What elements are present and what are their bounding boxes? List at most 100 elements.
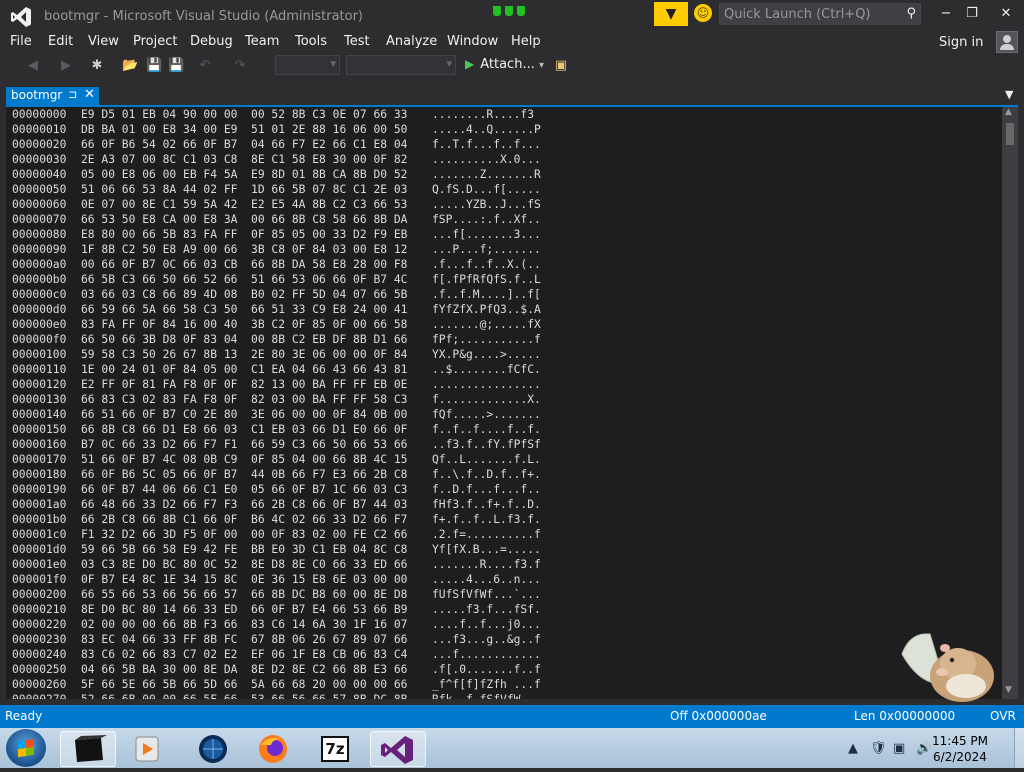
hex-bytes[interactable]: B7 0C 66 33 D2 66 F7 F1 66 59 C3 66 50 6… [81, 437, 407, 452]
hex-bytes[interactable]: 66 0F B6 54 02 66 0F B7 04 66 F7 E2 66 C… [81, 137, 407, 152]
start-button[interactable] [6, 729, 46, 767]
hex-offset[interactable]: 00000150 [12, 422, 66, 437]
close-button[interactable]: ✕ [996, 6, 1016, 22]
scrollbar-thumb[interactable] [1006, 123, 1014, 145]
hex-bytes[interactable]: 66 50 66 3B D8 0F 83 04 00 8B C2 EB DF 8… [81, 332, 407, 347]
menu-edit[interactable]: Edit [48, 34, 73, 49]
tab-bootmgr[interactable]: bootmgr ⊐ ✕ [6, 87, 99, 105]
hex-ascii[interactable]: fHf3.f..f+.f..D. [432, 497, 541, 512]
menu-team[interactable]: Team [245, 34, 279, 49]
scroll-down-icon[interactable]: ▼ [1005, 685, 1012, 695]
menu-debug[interactable]: Debug [190, 34, 233, 49]
hex-offset[interactable]: 000001d0 [12, 542, 66, 557]
system-clock[interactable]: 11:45 PM 6/2/2024 [932, 733, 988, 765]
volume-icon[interactable]: 🔊 [916, 741, 932, 756]
hex-offset[interactable]: 00000070 [12, 212, 66, 227]
hex-offset[interactable]: 00000050 [12, 182, 66, 197]
hex-bytes[interactable]: 51 66 0F B7 4C 08 0B C9 0F 85 04 00 66 8… [81, 452, 407, 467]
hex-ascii[interactable]: f+.f..f..L.f3.f. [432, 512, 541, 527]
hex-bytes[interactable]: 00 66 0F B7 0C 66 03 CB 66 8B DA 58 E8 2… [81, 257, 407, 272]
hex-ascii[interactable]: .....4...6..n... [432, 572, 541, 587]
forward-icon[interactable]: ▶ [58, 58, 74, 74]
hex-ascii[interactable]: ..$........fCfC. [432, 362, 541, 377]
hex-ascii[interactable]: ................ [432, 377, 541, 392]
hex-bytes[interactable]: 66 51 66 0F B7 C0 2E 80 3E 06 00 00 0F 8… [81, 407, 407, 422]
taskbar-7zip[interactable]: 7z [308, 731, 364, 767]
taskbar-firefox[interactable] [245, 731, 301, 767]
hex-offset[interactable]: 00000250 [12, 662, 66, 677]
hex-bytes[interactable]: 66 8B C8 66 D1 E8 66 03 C1 EB 03 66 D1 E… [81, 422, 407, 437]
hex-bytes[interactable]: 0F B7 E4 8C 1E 34 15 8C 0E 36 15 E8 6E 0… [81, 572, 407, 587]
hex-bytes[interactable]: 04 66 5B BA 30 00 8E DA 8E D2 8E C2 66 8… [81, 662, 407, 677]
hex-offset[interactable]: 000000b0 [12, 272, 66, 287]
hex-bytes[interactable]: F1 32 D2 66 3D F5 0F 00 00 0F 83 02 00 F… [81, 527, 407, 542]
hex-ascii[interactable]: .f...f..f..X.(.. [432, 257, 541, 272]
menu-test[interactable]: Test [344, 34, 370, 49]
back-icon[interactable]: ◀ [25, 58, 41, 74]
hex-offset[interactable]: 000000d0 [12, 302, 66, 317]
hex-ascii[interactable]: YX.P&g....>..... [432, 347, 541, 362]
hex-bytes[interactable]: 1F 8B C2 50 E8 A9 00 66 3B C8 0F 84 03 0… [81, 242, 407, 257]
hex-ascii[interactable]: Rfk..f_fSfVfW... [432, 692, 541, 699]
hex-ascii[interactable]: f.............X. [432, 392, 541, 407]
hex-offset[interactable]: 00000260 [12, 677, 66, 692]
hex-bytes[interactable]: 66 83 C3 02 83 FA F8 0F 82 03 00 BA FF F… [81, 392, 407, 407]
hex-editor[interactable]: 00000000 E9 D5 01 EB 04 90 00 00 00 52 8B… [6, 107, 1002, 699]
solution-config-dropdown[interactable] [275, 55, 340, 75]
hex-ascii[interactable]: fPf;...........f [432, 332, 541, 347]
hex-offset[interactable]: 000000f0 [12, 332, 66, 347]
hex-bytes[interactable]: 66 48 66 33 D2 66 F7 F3 66 2B C8 66 0F B… [81, 497, 407, 512]
menu-help[interactable]: Help [511, 34, 541, 49]
hex-ascii[interactable]: .f[.0.......f..f [432, 662, 541, 677]
hex-bytes[interactable]: E2 FF 0F 81 FA F8 0F 0F 82 13 00 BA FF F… [81, 377, 407, 392]
hex-offset[interactable]: 00000200 [12, 587, 66, 602]
new-project-icon[interactable]: ✱ [89, 58, 105, 74]
sign-in-link[interactable]: Sign in [939, 35, 983, 50]
hex-ascii[interactable]: .2.f=..........f [432, 527, 541, 542]
hex-ascii[interactable]: ........R....f3 [432, 107, 534, 122]
tab-list-dropdown-icon[interactable]: ▼ [1005, 88, 1013, 101]
hex-offset[interactable]: 000000a0 [12, 257, 66, 272]
hex-bytes[interactable]: 59 66 5B 66 58 E9 42 FE BB E0 3D C1 EB 0… [81, 542, 407, 557]
hex-bytes[interactable]: 66 5B C3 66 50 66 52 66 51 66 53 06 66 0… [81, 272, 407, 287]
pin-icon[interactable]: ⊐ [68, 88, 77, 101]
hex-ascii[interactable]: fSP....:.f..Xf.. [432, 212, 541, 227]
menu-window[interactable]: Window [447, 34, 498, 49]
hex-ascii[interactable]: Qf..L.......f.L. [432, 452, 541, 467]
hex-ascii[interactable]: _f^f[f]fZfh ...f [432, 677, 541, 692]
hex-bytes[interactable]: 0E 07 00 8E C1 59 5A 42 E2 E5 4A 8B C2 C… [81, 197, 407, 212]
hex-ascii[interactable]: .f..f.M....]..f[ [432, 287, 541, 302]
hex-bytes[interactable]: 03 66 03 C8 66 89 4D 08 B0 02 FF 5D 04 0… [81, 287, 407, 302]
hex-ascii[interactable]: f[.fPfRfQfS.f..L [432, 272, 541, 287]
filter-icon[interactable]: ▼ [654, 2, 688, 26]
tab-close-icon[interactable]: ✕ [84, 87, 95, 102]
hex-offset[interactable]: 00000170 [12, 452, 66, 467]
menu-analyze[interactable]: Analyze [386, 34, 437, 49]
hex-offset[interactable]: 00000100 [12, 347, 66, 362]
minimize-button[interactable]: − [936, 6, 956, 22]
taskbar-terminal[interactable] [60, 731, 116, 767]
hex-offset[interactable]: 00000090 [12, 242, 66, 257]
hex-bytes[interactable]: 02 00 00 00 66 8B F3 66 83 C6 14 6A 30 1… [81, 617, 407, 632]
hex-bytes[interactable]: 66 0F B6 5C 05 66 0F B7 44 0B 66 F7 E3 6… [81, 467, 407, 482]
hex-offset[interactable]: 00000190 [12, 482, 66, 497]
hex-bytes[interactable]: 51 06 66 53 8A 44 02 FF 1D 66 5B 07 8C C… [81, 182, 407, 197]
hex-offset[interactable]: 00000110 [12, 362, 66, 377]
hex-ascii[interactable]: f..\.f..D.f..f+. [432, 467, 541, 482]
menu-file[interactable]: File [10, 34, 32, 49]
hex-offset[interactable]: 00000210 [12, 602, 66, 617]
hex-bytes[interactable]: 1E 00 24 01 0F 84 05 00 C1 EA 04 66 43 6… [81, 362, 407, 377]
security-shield-icon[interactable]: 🛡 [870, 741, 887, 756]
hex-offset[interactable]: 000001e0 [12, 557, 66, 572]
hex-ascii[interactable]: f..T.f...f..f... [432, 137, 541, 152]
hex-ascii[interactable]: fQf.....>....... [432, 407, 541, 422]
hex-offset[interactable]: 00000140 [12, 407, 66, 422]
menu-view[interactable]: View [88, 34, 119, 49]
hex-ascii[interactable]: Yf[fX.B...=..... [432, 542, 541, 557]
hex-ascii[interactable]: .....YZB..J...fS [432, 197, 541, 212]
hex-ascii[interactable]: fUfSfVfWf...`... [432, 587, 541, 602]
hex-offset[interactable]: 00000130 [12, 392, 66, 407]
hex-bytes[interactable]: 83 FA FF 0F 84 16 00 40 3B C2 0F 85 0F 0… [81, 317, 407, 332]
hex-offset[interactable]: 000000c0 [12, 287, 66, 302]
notification-icon[interactable] [493, 6, 529, 18]
